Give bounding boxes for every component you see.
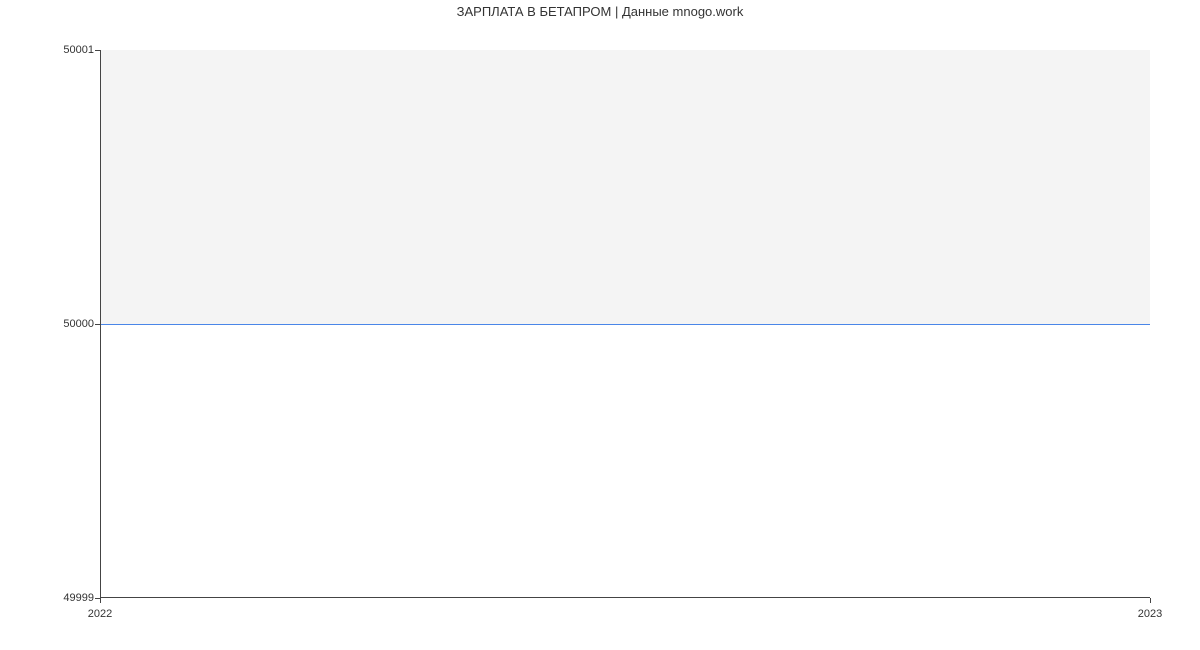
x-tick-label: 2023: [1138, 608, 1162, 620]
y-tick-label: 50001: [63, 44, 94, 56]
x-tick: [100, 598, 101, 603]
x-tick-label: 2022: [88, 608, 112, 620]
x-tick: [1150, 598, 1151, 603]
salary-chart: ЗАРПЛАТА В БЕТАПРОМ | Данные mnogo.work …: [0, 0, 1200, 620]
plot-area: [100, 50, 1150, 598]
series-line-salary: [101, 324, 1150, 325]
y-tick-label: 49999: [63, 592, 94, 604]
chart-title: ЗАРПЛАТА В БЕТАПРОМ | Данные mnogo.work: [0, 4, 1200, 19]
plot-background: [101, 50, 1150, 324]
y-tick-label: 50000: [63, 318, 94, 330]
